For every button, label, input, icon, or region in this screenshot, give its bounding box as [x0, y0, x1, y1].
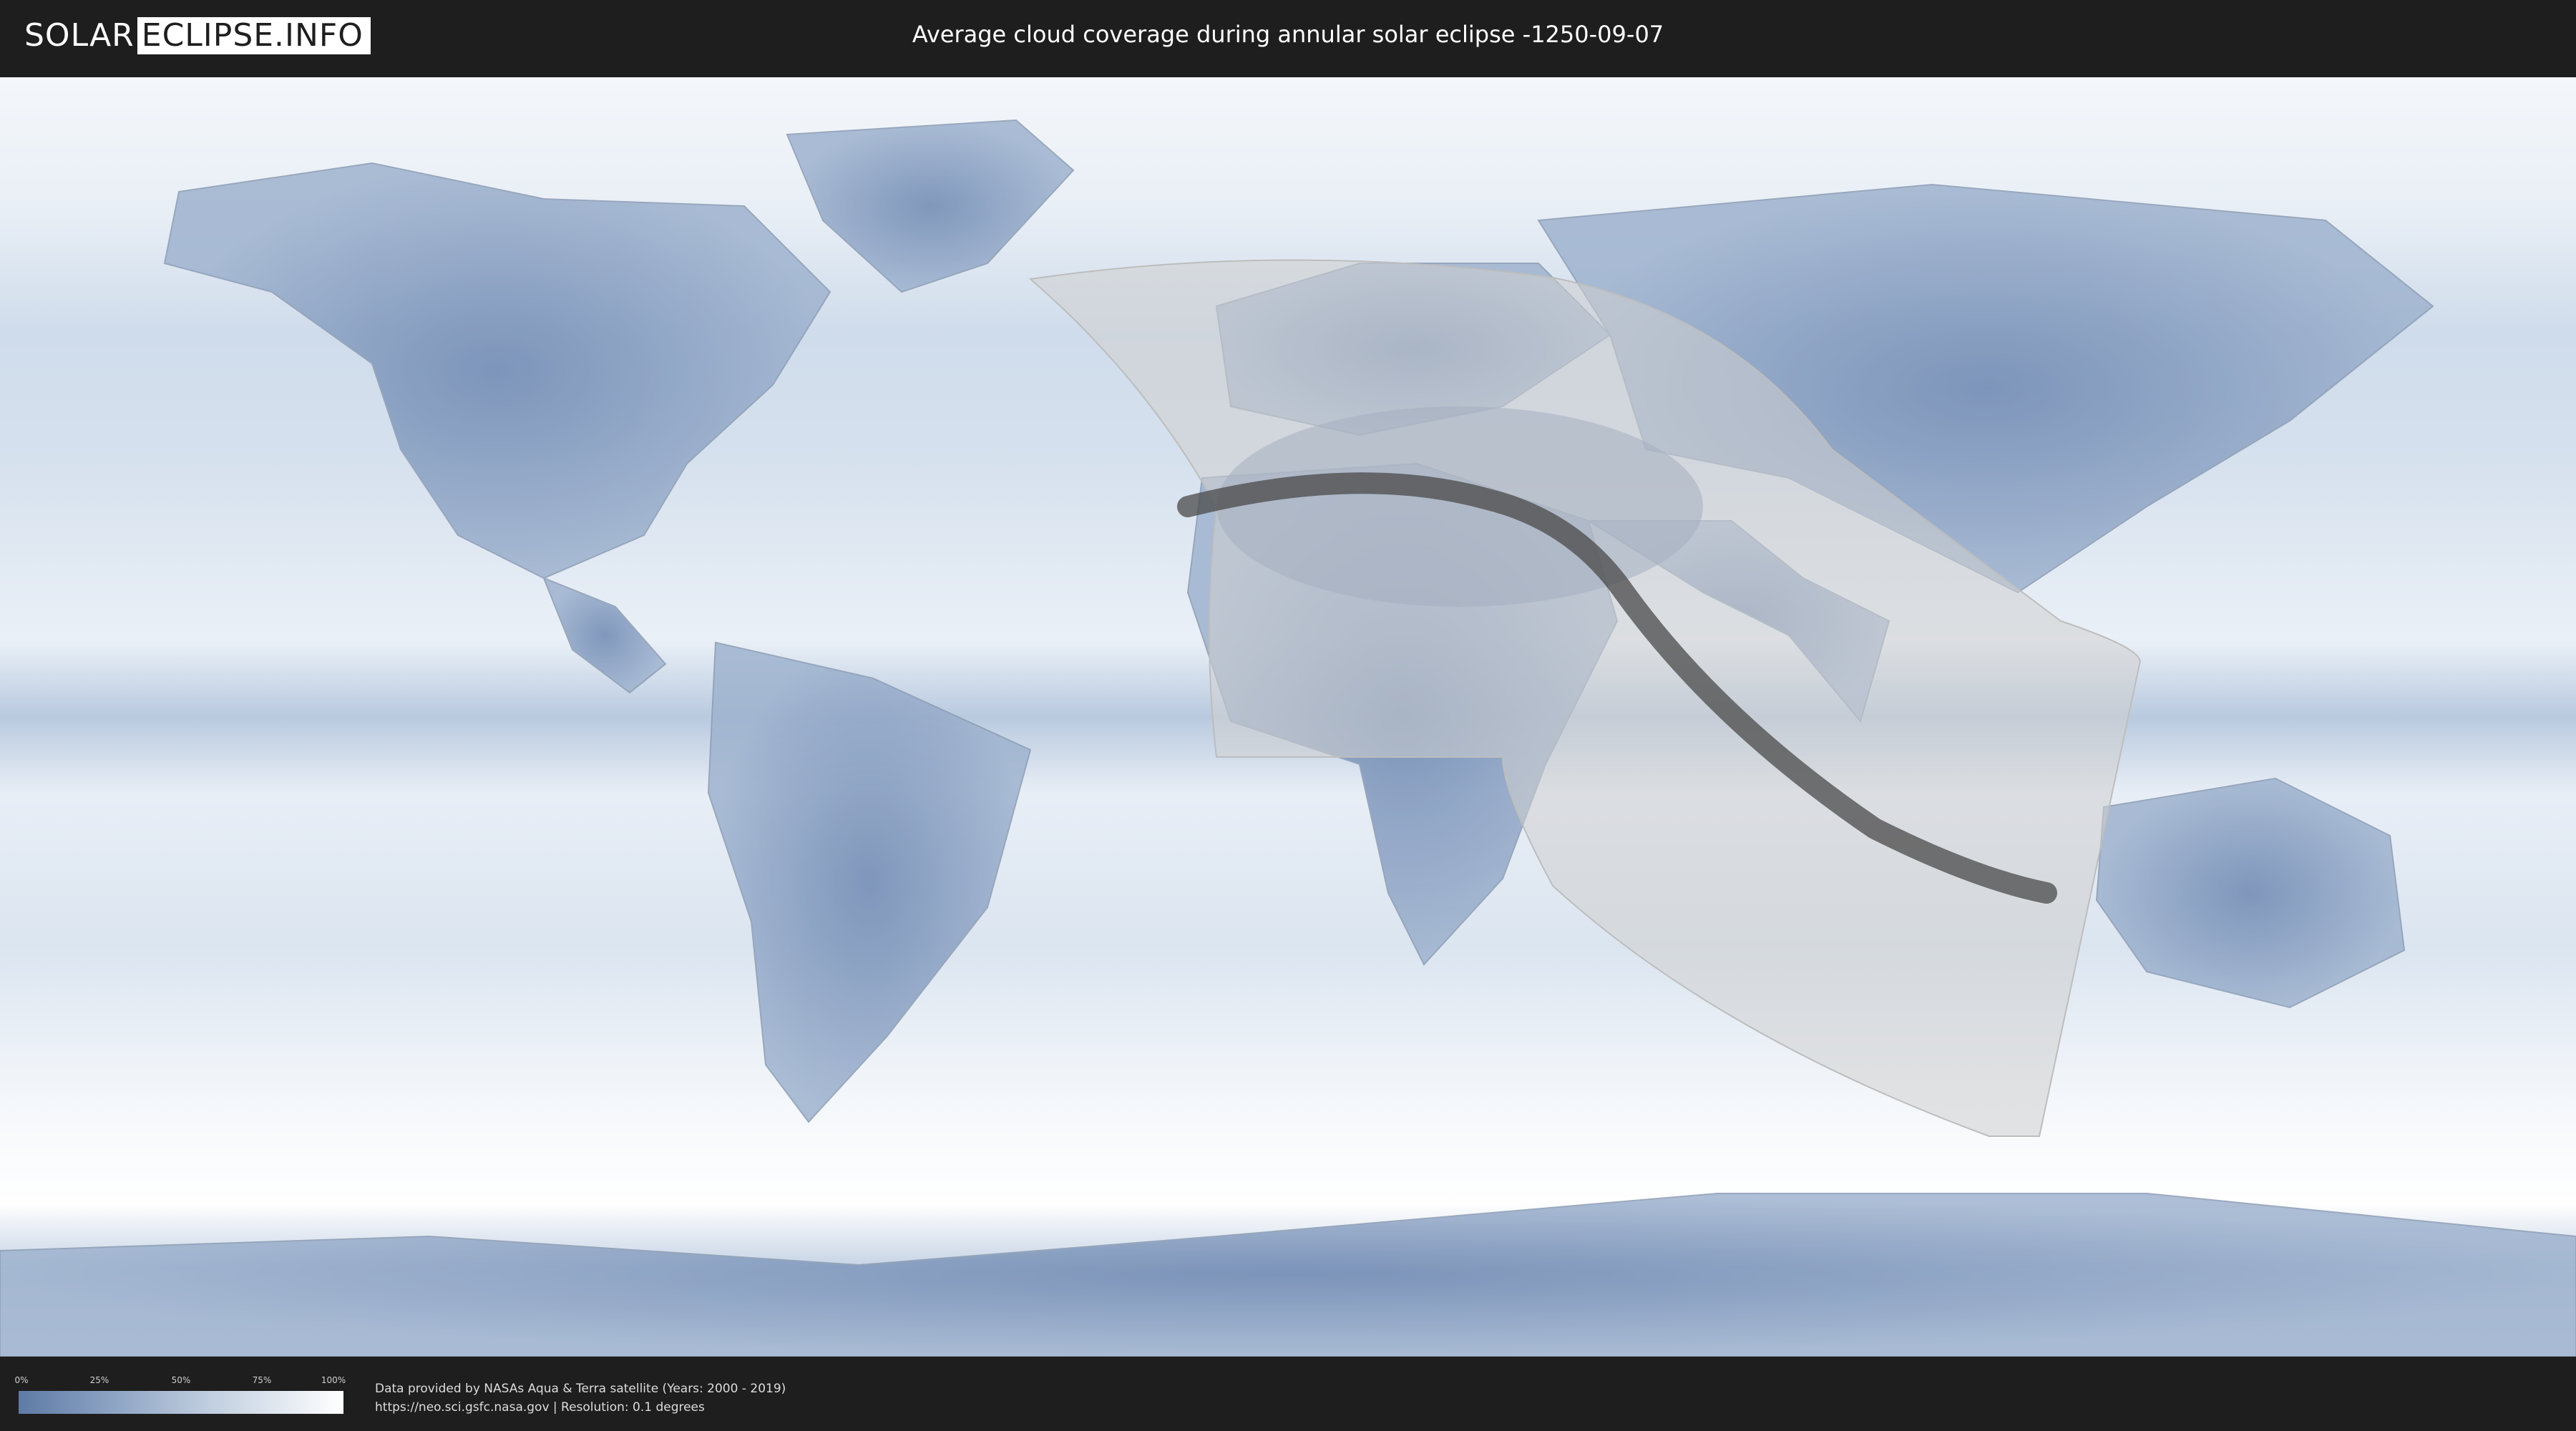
header-bar: SOLAR ECLIPSE.INFO Average cloud coverag…	[0, 0, 2576, 72]
legend-tick-50: 50%	[171, 1375, 191, 1385]
legend-tick-100: 100%	[321, 1375, 346, 1385]
map-svg	[0, 77, 2576, 1357]
legend-tick-25: 25%	[89, 1375, 109, 1385]
credit-line-2: https://neo.sci.gsfc.nasa.gov | Resoluti…	[375, 1400, 705, 1415]
data-credits: Data provided by NASAs Aqua & Terra sate…	[375, 1379, 786, 1417]
world-cloud-map	[0, 77, 2576, 1357]
credit-line-1: Data provided by NASAs Aqua & Terra sate…	[375, 1382, 786, 1396]
page-title: Average cloud coverage during annular so…	[912, 21, 1664, 48]
footer-bar: 0% 25% 50% 75% 100% Data provided by NAS…	[0, 1359, 2576, 1431]
legend-color-bar	[19, 1391, 343, 1414]
legend-tick-0: 0%	[14, 1375, 29, 1385]
legend-tick-75: 75%	[252, 1375, 272, 1385]
legend-ticks: 0% 25% 50% 75% 100%	[14, 1375, 346, 1388]
cloud-coverage-legend: 0% 25% 50% 75% 100%	[14, 1375, 346, 1414]
